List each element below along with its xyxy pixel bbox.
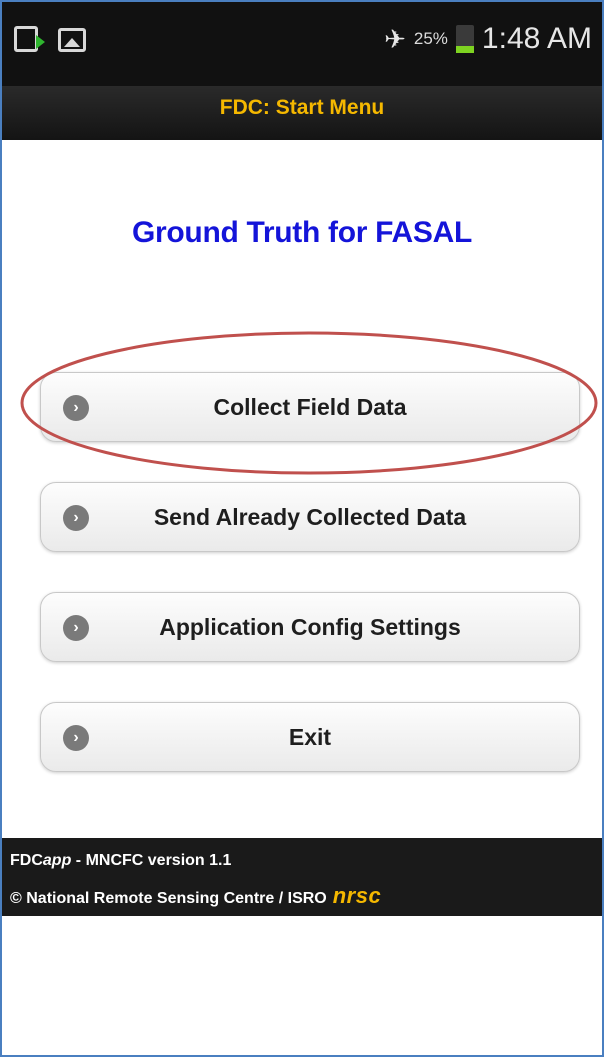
footer-version: FDCapp - MNCFC version 1.1 <box>10 852 231 870</box>
app-heading: Ground Truth for FASAL <box>131 216 473 249</box>
gallery-icon <box>58 28 86 52</box>
button-label: Send Already Collected Data <box>153 504 467 530</box>
footer-version-text: - MNCFC version 1.1 <box>71 852 232 869</box>
footer-app-suffix: app <box>42 852 72 869</box>
battery-icon <box>455 25 474 53</box>
status-left-icons <box>14 26 86 52</box>
button-label: Collect Field Data <box>213 394 407 420</box>
airplane-mode-icon: ✈ <box>384 24 406 54</box>
send-collected-data-button[interactable]: › Send Already Collected Data <box>40 482 580 552</box>
app-frame: ✈ 25% 1:48 AM FDC: Start Menu Ground Tru… <box>0 0 604 1057</box>
status-bar: ✈ 25% 1:48 AM <box>2 2 602 86</box>
page-title: FDC: Start Menu <box>219 96 385 119</box>
footer: FDCapp - MNCFC version 1.1 © National Re… <box>2 838 602 916</box>
footer-copyright-line: © National Remote Sensing Centre / ISRO n… <box>10 883 381 909</box>
status-clock: 1:48 AM <box>481 22 592 55</box>
main-content: Ground Truth for FASAL › Collect Field D… <box>2 140 602 840</box>
footer-copyright: © National Remote Sensing Centre / ISRO <box>10 890 327 907</box>
nrsc-logo: nrsc <box>332 883 382 908</box>
status-right-icons: ✈ 25% 1:48 AM <box>384 22 592 56</box>
footer-app-prefix: FDC <box>10 852 43 869</box>
config-settings-button[interactable]: › Application Config Settings <box>40 592 580 662</box>
collect-field-data-button[interactable]: › Collect Field Data <box>40 372 580 442</box>
notification-upload-icon <box>14 26 45 52</box>
button-label: Application Config Settings <box>159 614 461 640</box>
button-label: Exit <box>288 724 332 750</box>
app-header: FDC: Start Menu <box>2 86 602 140</box>
exit-button[interactable]: › Exit <box>40 702 580 772</box>
battery-percent: 25% <box>413 29 448 48</box>
